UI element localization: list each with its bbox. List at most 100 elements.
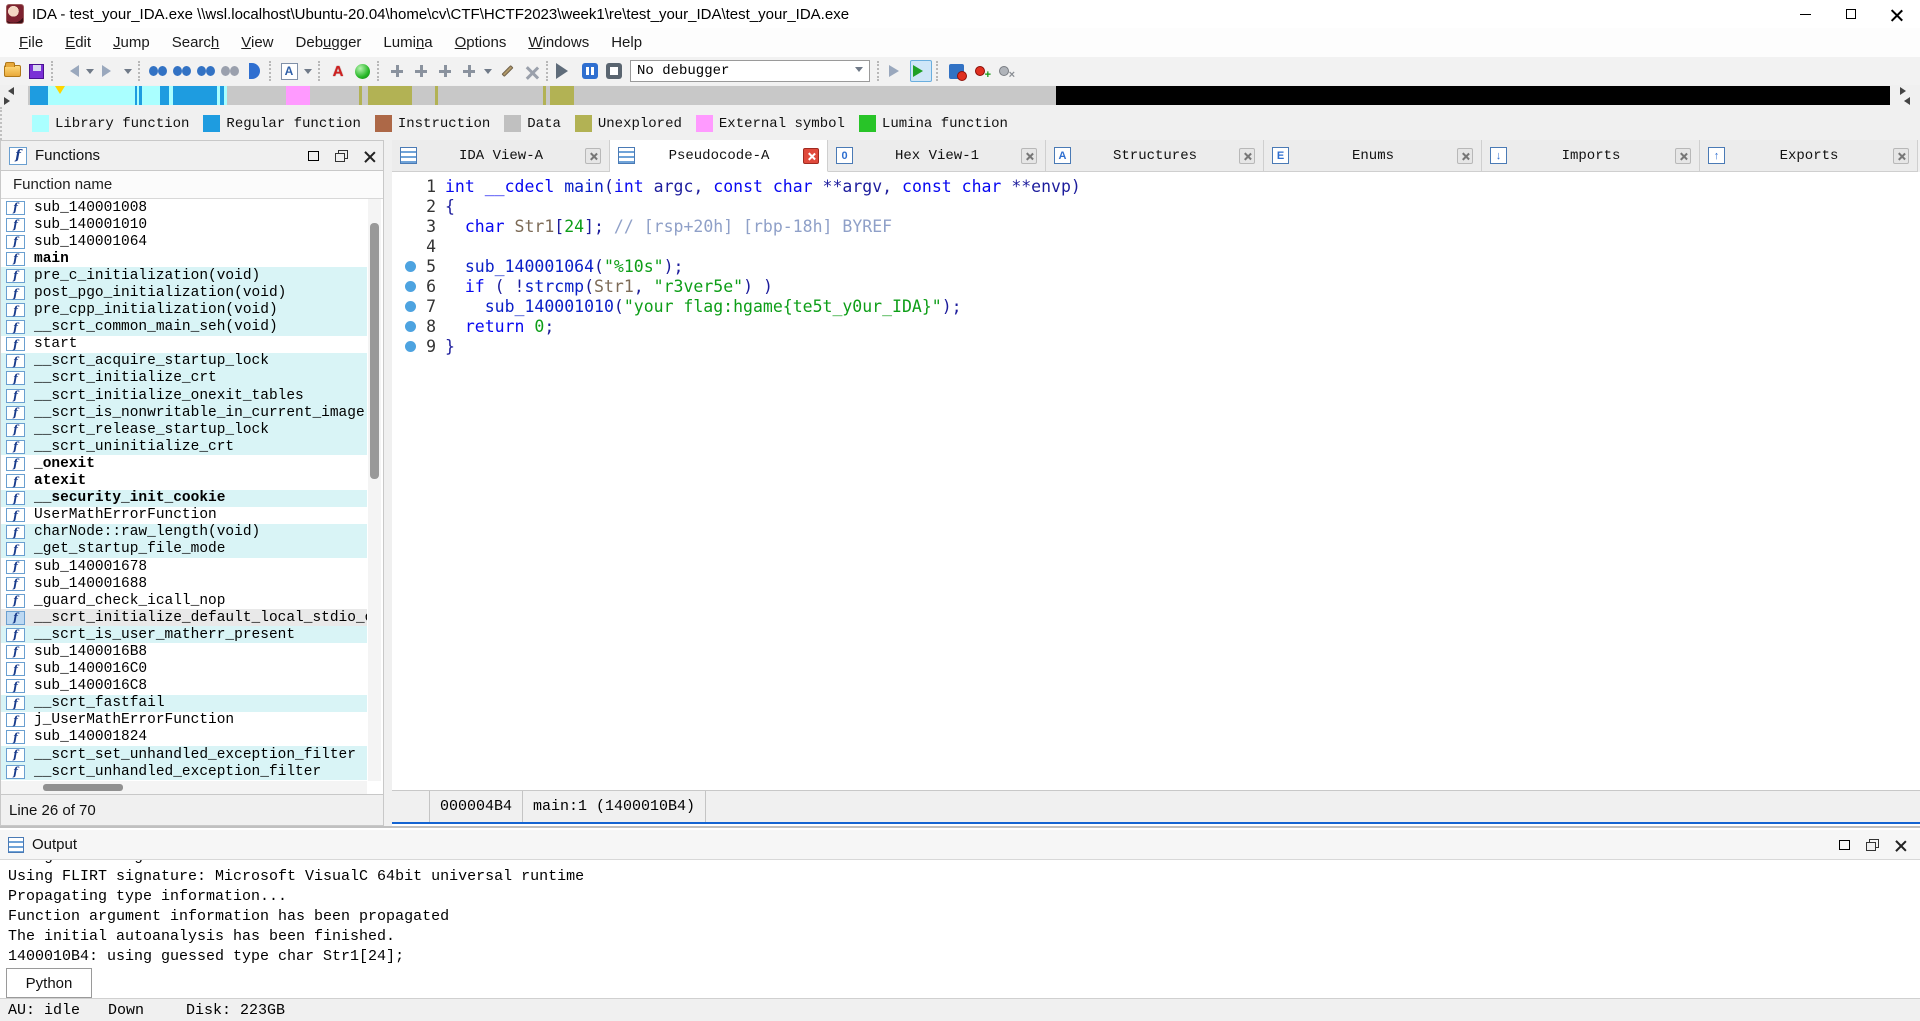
code-line[interactable]: 7 sub_140001010("your flag:hgame{te5t_y0…	[392, 296, 1920, 316]
menu-lumina[interactable]: Lumina	[372, 31, 443, 54]
make-array-button[interactable]	[458, 60, 480, 82]
panel-float-button[interactable]	[327, 144, 355, 168]
function-row[interactable]: fstart	[1, 336, 367, 353]
menu-edit[interactable]: Edit	[54, 31, 102, 54]
horizontal-scrollbar[interactable]	[1, 781, 367, 794]
python-tab[interactable]: Python	[6, 968, 92, 998]
menu-debugger[interactable]: Debugger	[285, 31, 373, 54]
make-data-button[interactable]	[410, 60, 432, 82]
function-row[interactable]: fpre_cpp_initialization(void)	[1, 302, 367, 319]
code-line[interactable]: 1int __cdecl main(int argc, const char *…	[392, 176, 1920, 196]
function-row[interactable]: f__scrt_common_main_seh(void)	[1, 319, 367, 336]
save-button[interactable]	[25, 60, 47, 82]
function-row[interactable]: fUserMathErrorFunction	[1, 507, 367, 524]
function-row[interactable]: fsub_1400016C8	[1, 678, 367, 695]
code-line[interactable]: 4	[392, 236, 1920, 256]
pause-process-button[interactable]	[579, 60, 601, 82]
function-row[interactable]: fmain	[1, 250, 367, 267]
function-name-column-header[interactable]: Function name	[1, 171, 383, 199]
code-line[interactable]: 3 char Str1[24]; // [rsp+20h] [rbp-18h] …	[392, 216, 1920, 236]
code-line[interactable]: 8 return 0;	[392, 316, 1920, 336]
tab-enums[interactable]: EEnums	[1264, 140, 1482, 172]
function-row[interactable]: f__scrt_is_nonwritable_in_current_image	[1, 404, 367, 421]
code-line[interactable]: 2{	[392, 196, 1920, 216]
attach-process-button[interactable]	[886, 60, 908, 82]
scrollbar-thumb[interactable]	[370, 223, 379, 479]
jump-to-name-button[interactable]	[171, 60, 193, 82]
function-row[interactable]: fsub_140001688	[1, 575, 367, 592]
tab-close-icon[interactable]	[1457, 148, 1473, 164]
jump-to-segment-button[interactable]	[195, 60, 217, 82]
tab-exports[interactable]: ↑Exports	[1700, 140, 1918, 172]
continue-process-button[interactable]	[910, 60, 932, 82]
navigate-forward-dropdown[interactable]	[122, 60, 134, 82]
make-code-button[interactable]	[386, 60, 408, 82]
navigate-back-button[interactable]	[60, 60, 82, 82]
tab-hex-view[interactable]: 0Hex View-1	[828, 140, 1046, 172]
tab-close-icon[interactable]	[1893, 148, 1909, 164]
menu-view[interactable]: View	[230, 31, 284, 54]
breakpoint-list-button[interactable]	[945, 60, 967, 82]
menu-options[interactable]: Options	[444, 31, 518, 54]
function-row[interactable]: fsub_140001008	[1, 199, 367, 216]
function-row[interactable]: fpost_pgo_initialization(void)	[1, 284, 367, 301]
add-breakpoint-button[interactable]: +	[969, 60, 991, 82]
mark-problem-button[interactable]: A	[327, 60, 349, 82]
function-row[interactable]: fsub_140001678	[1, 558, 367, 575]
navigate-forward-button[interactable]	[98, 60, 120, 82]
code-line[interactable]: 9}	[392, 336, 1920, 356]
navband-left-arrows[interactable]	[0, 85, 14, 107]
function-row[interactable]: fsub_140001010	[1, 216, 367, 233]
make-string-button[interactable]	[434, 60, 456, 82]
stop-process-button[interactable]	[603, 60, 625, 82]
function-row[interactable]: f__scrt_release_startup_lock	[1, 421, 367, 438]
navigate-back-dropdown[interactable]	[84, 60, 96, 82]
function-row[interactable]: f__scrt_initialize_onexit_tables	[1, 387, 367, 404]
text-view-button[interactable]: A	[278, 60, 300, 82]
function-row[interactable]: f_get_startup_file_mode	[1, 541, 367, 558]
lumina-button[interactable]	[351, 60, 373, 82]
undefine-button[interactable]	[520, 60, 542, 82]
function-row[interactable]: fsub_1400016C0	[1, 661, 367, 678]
jump-next-button[interactable]	[243, 60, 265, 82]
tab-structures[interactable]: AStructures	[1046, 140, 1264, 172]
function-row[interactable]: fsub_140001064	[1, 233, 367, 250]
pseudocode-view[interactable]: 1int __cdecl main(int argc, const char *…	[392, 172, 1920, 790]
function-row[interactable]: f__scrt_is_user_matherr_present	[1, 626, 367, 643]
function-row[interactable]: fsub_140001824	[1, 729, 367, 746]
panel-close-button[interactable]	[1886, 833, 1914, 857]
open-file-button[interactable]	[1, 60, 23, 82]
start-process-button[interactable]	[555, 60, 577, 82]
output-log[interactable]: Using FLIRT signature: Microsoft VisualC…	[0, 860, 1920, 966]
code-line[interactable]: 5 sub_140001064("%10s");	[392, 256, 1920, 276]
jump-to-address-button[interactable]	[147, 60, 169, 82]
function-row[interactable]: f__scrt_initialize_crt	[1, 370, 367, 387]
function-row[interactable]: f_guard_check_icall_nop	[1, 592, 367, 609]
delete-breakpoint-button[interactable]: ×	[993, 60, 1015, 82]
function-row[interactable]: f_onexit	[1, 455, 367, 472]
function-row[interactable]: fpre_c_initialization(void)	[1, 267, 367, 284]
menu-file[interactable]: File	[8, 31, 54, 54]
tab-close-icon[interactable]	[803, 148, 819, 164]
menu-windows[interactable]: Windows	[517, 31, 600, 54]
maximize-button[interactable]	[1828, 0, 1874, 28]
function-row[interactable]: f__scrt_unhandled_exception_filter	[1, 763, 367, 780]
function-row[interactable]: fcharNode::raw_length(void)	[1, 524, 367, 541]
function-row[interactable]: f__scrt_fastfail	[1, 695, 367, 712]
text-view-dropdown[interactable]	[302, 60, 314, 82]
function-row[interactable]: f__scrt_uninitialize_crt	[1, 438, 367, 455]
navigation-band[interactable]	[28, 86, 1890, 105]
panel-maximize-button[interactable]	[299, 144, 327, 168]
menu-jump[interactable]: Jump	[102, 31, 161, 54]
minimize-button[interactable]	[1782, 0, 1828, 28]
search-button[interactable]	[219, 60, 241, 82]
make-array-dropdown[interactable]	[482, 60, 494, 82]
tab-pseudocode[interactable]: Pseudocode-A	[610, 140, 828, 172]
navband-right-arrows[interactable]	[1896, 85, 1910, 107]
panel-float-button[interactable]	[1858, 833, 1886, 857]
tab-close-icon[interactable]	[1239, 148, 1255, 164]
panel-maximize-button[interactable]	[1830, 833, 1858, 857]
panel-close-button[interactable]	[355, 144, 383, 168]
scrollbar-thumb[interactable]	[43, 784, 123, 791]
tab-close-icon[interactable]	[585, 148, 601, 164]
